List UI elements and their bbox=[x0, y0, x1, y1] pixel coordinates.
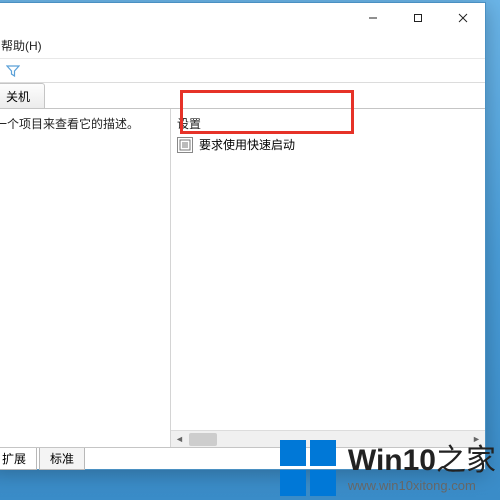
policy-icon bbox=[177, 137, 193, 153]
tab-standard[interactable]: 标准 bbox=[39, 448, 85, 470]
tab-extended[interactable]: 扩展 bbox=[0, 448, 37, 470]
scroll-thumb[interactable] bbox=[189, 433, 217, 446]
policy-item-label: 要求使用快速启动 bbox=[199, 136, 295, 153]
titlebar bbox=[0, 3, 485, 33]
content-area: 一个项目来查看它的描述。 设置 要求使用快速启动 ◄ ► bbox=[0, 109, 485, 447]
watermark: Win10之家 www.win10xitong.com bbox=[280, 440, 496, 498]
minimize-button[interactable] bbox=[350, 3, 395, 33]
scroll-left-arrow-icon[interactable]: ◄ bbox=[171, 431, 188, 448]
windows-logo-icon bbox=[280, 440, 338, 498]
toolbar bbox=[0, 59, 485, 83]
left-pane: 一个项目来查看它的描述。 bbox=[0, 109, 171, 447]
watermark-title: Win10之家 bbox=[348, 445, 496, 477]
tab-shutdown[interactable]: 关机 bbox=[0, 83, 45, 108]
filter-icon[interactable] bbox=[4, 62, 22, 80]
menu-help[interactable]: 帮助(H) bbox=[0, 35, 46, 56]
app-window: 帮助(H) 关机 一个项目来查看它的描述。 设置 要求使用快速启动 bbox=[0, 2, 486, 470]
column-header-settings[interactable]: 设置 bbox=[171, 115, 485, 134]
policy-item-fast-startup[interactable]: 要求使用快速启动 bbox=[171, 134, 485, 155]
menubar: 帮助(H) bbox=[0, 33, 485, 59]
watermark-url: www.win10xitong.com bbox=[348, 479, 496, 493]
close-button[interactable] bbox=[440, 3, 485, 33]
maximize-button[interactable] bbox=[395, 3, 440, 33]
right-pane: 设置 要求使用快速启动 ◄ ► bbox=[171, 109, 485, 447]
tab-row: 关机 bbox=[0, 83, 485, 109]
description-hint: 一个项目来查看它的描述。 bbox=[0, 109, 170, 138]
